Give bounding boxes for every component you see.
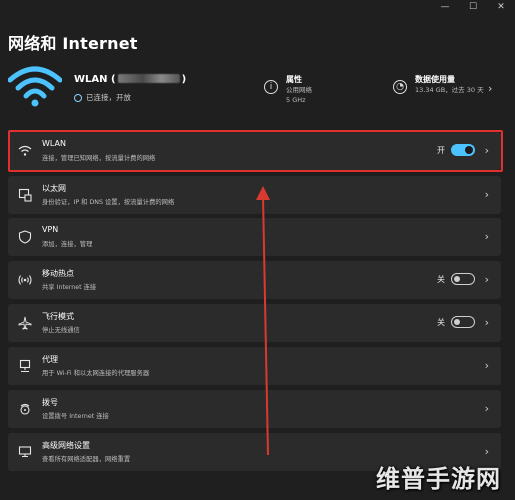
- watermark: 维普手游网: [376, 465, 501, 493]
- annotation-arrow: [256, 186, 270, 456]
